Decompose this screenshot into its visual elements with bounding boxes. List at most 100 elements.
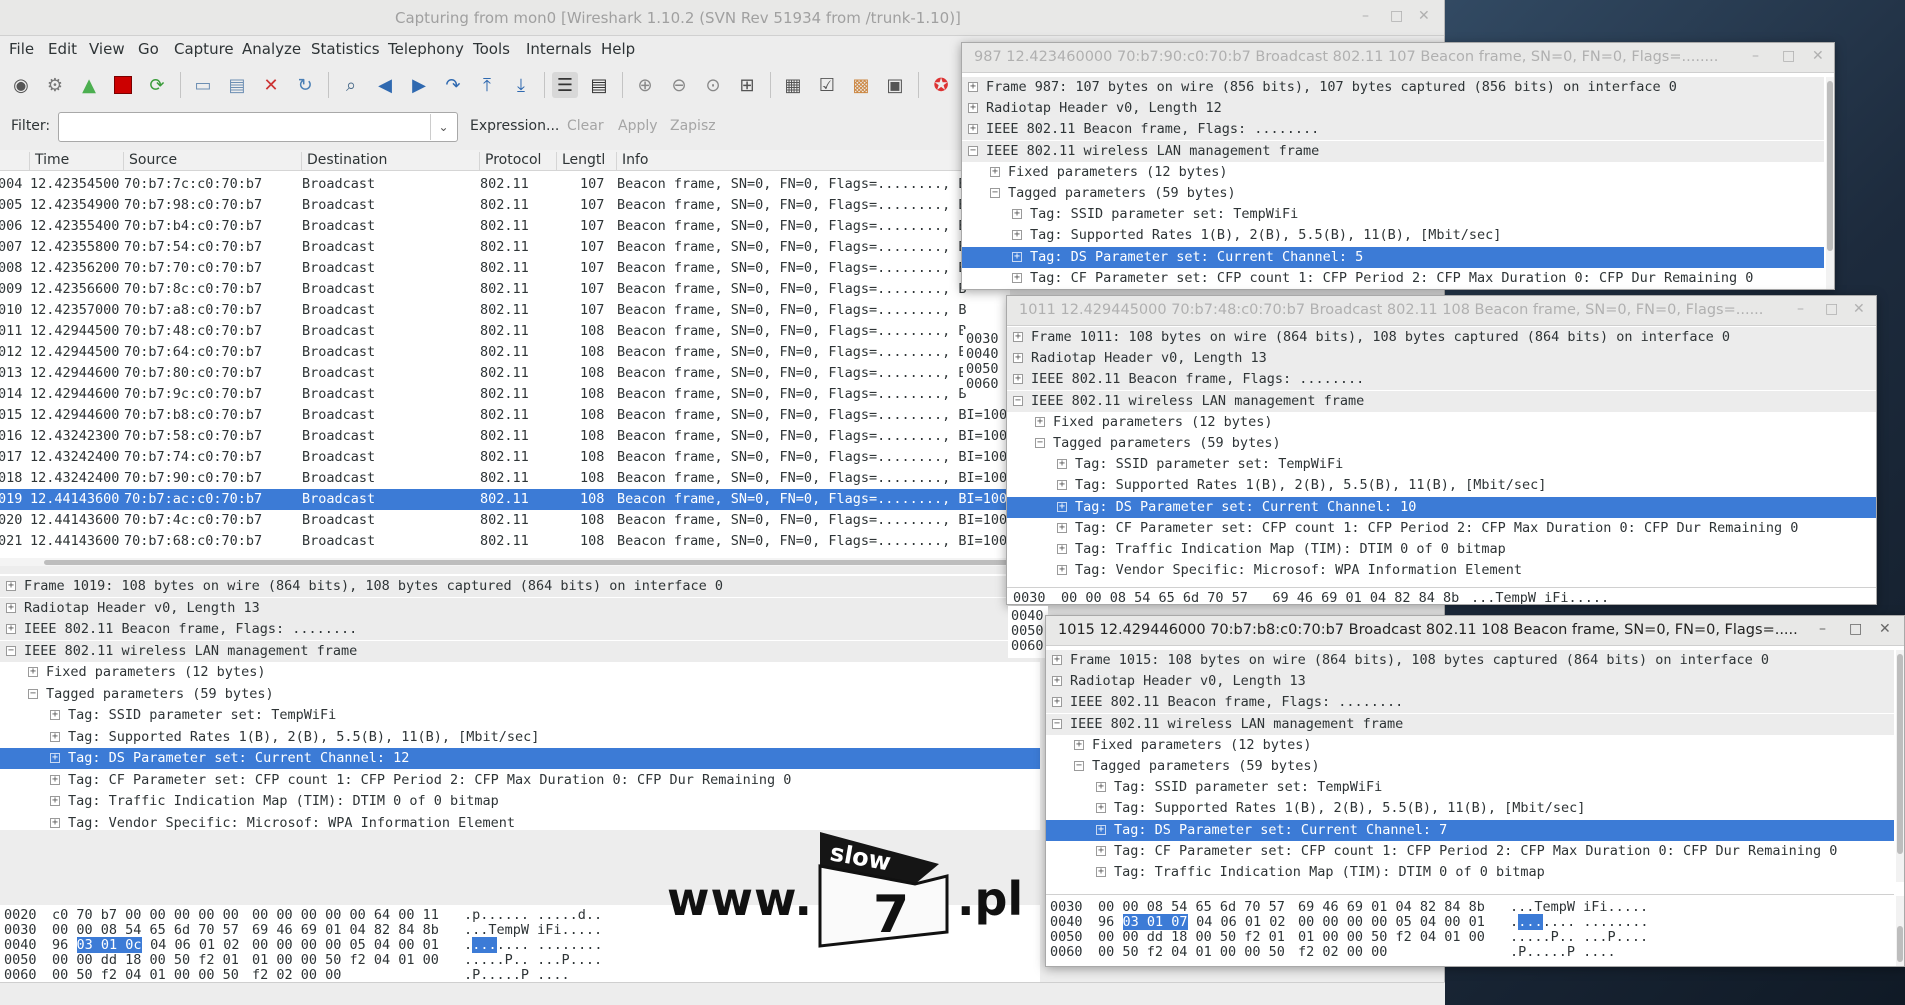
packet-row[interactable]: 004 12.42354500 70:b7:7c:c0:70:b7 Broadcast… <box>0 174 1010 195</box>
column-length[interactable]: Lengtl <box>557 152 617 171</box>
menu-help[interactable]: Help <box>601 40 635 58</box>
expand-icon[interactable]: + <box>1012 209 1022 220</box>
tree-row[interactable]: + Tag: SSID parameter set: TempWiFi <box>1046 777 1894 798</box>
tree-row[interactable]: + Tag: SSID parameter set: TempWiFi <box>962 204 1824 225</box>
go-to-packet-icon[interactable]: ↷ <box>440 72 466 98</box>
tree-row[interactable]: + Tag: Supported Rates 1(B), 2(B), 5.5(B)… <box>962 225 1824 246</box>
packet-row[interactable]: 021 12.44143600 70:b7:68:c0:70:b7 Broadcast… <box>0 531 1010 552</box>
packet-row[interactable]: 010 12.42357000 70:b7:a8:c0:70:b7 Broadcast… <box>0 300 1010 321</box>
tree-row[interactable]: + Radiotap Header v0, Length 13 <box>1007 348 1876 370</box>
capture-options-icon[interactable]: ⚙ <box>42 72 68 98</box>
minimize-icon[interactable]: – <box>1797 301 1804 317</box>
tree-row[interactable]: + Tag: DS Parameter set: Current Channel:… <box>1007 496 1876 518</box>
save-file-icon[interactable]: ▤ <box>224 72 250 98</box>
display-filters-icon[interactable]: ☑ <box>814 72 840 98</box>
shark-fin-start-icon[interactable]: ▲ <box>76 72 102 98</box>
tree-row[interactable]: − IEEE 802.11 wireless LAN management fra… <box>0 640 1040 662</box>
tree-row[interactable]: − Tagged parameters (59 bytes) <box>1007 433 1876 454</box>
tree-row[interactable]: + Fixed parameters (12 bytes) <box>0 662 1040 683</box>
menu-edit[interactable]: Edit <box>48 40 77 58</box>
packet-list-hscrollbar[interactable] <box>0 558 1010 566</box>
tree-row[interactable]: + Tag: SSID parameter set: TempWiFi <box>0 705 1040 726</box>
expand-icon[interactable]: + <box>1052 676 1062 687</box>
tree-row[interactable]: + Tag: Supported Rates 1(B), 2(B), 5.5(B)… <box>1046 798 1894 819</box>
tree-row[interactable]: + IEEE 802.11 Beacon frame, Flags: ......… <box>1007 369 1876 391</box>
tree-row[interactable]: + Fixed parameters (12 bytes) <box>1007 412 1876 433</box>
expand-icon[interactable]: + <box>1012 251 1022 262</box>
maximize-icon[interactable]: □ <box>1849 621 1862 637</box>
tree-row[interactable]: + Tag: Vendor Specific: Microsof: WPA Inf… <box>1007 560 1876 581</box>
auto-scroll-icon[interactable]: ▤ <box>586 72 612 98</box>
expand-icon[interactable]: + <box>6 581 16 591</box>
packet-row[interactable]: 017 12.43242400 70:b7:74:c0:70:b7 Broadcast… <box>0 447 1010 468</box>
tree-row[interactable]: − Tagged parameters (59 bytes) <box>0 684 1040 705</box>
tree-row[interactable]: − Tagged parameters (59 bytes) <box>1046 756 1894 777</box>
expand-icon[interactable]: + <box>990 166 1000 177</box>
maximize-icon[interactable]: □ <box>1825 301 1838 317</box>
clear-button[interactable]: Clear <box>567 118 604 134</box>
packet-row[interactable]: 016 12.43242300 70:b7:58:c0:70:b7 Broadcast… <box>0 426 1010 447</box>
expand-icon[interactable]: + <box>968 82 978 92</box>
tree-row[interactable]: + Tag: Traffic Indication Map (TIM): DTIM… <box>1007 539 1876 560</box>
expand-icon[interactable]: + <box>50 731 60 742</box>
capture-filters-icon[interactable]: ▦ <box>780 72 806 98</box>
close-icon[interactable]: ✕ <box>1812 48 1824 64</box>
packet-row[interactable]: 015 12.42944600 70:b7:b8:c0:70:b7 Broadcast… <box>0 405 1010 426</box>
restart-capture-icon[interactable]: ⟳ <box>144 72 170 98</box>
close-icon[interactable]: ✕ <box>1853 301 1865 317</box>
expand-icon[interactable]: + <box>50 753 60 763</box>
tree-row[interactable]: + Radiotap Header v0, Length 13 <box>1046 671 1894 693</box>
expand-icon[interactable]: + <box>1074 739 1084 750</box>
filter-input[interactable] <box>58 112 458 142</box>
scrollbar-thumb[interactable] <box>44 560 1009 565</box>
tree-row[interactable]: − IEEE 802.11 wireless LAN management fra… <box>1046 713 1894 735</box>
save-filter-button[interactable]: Zapisz <box>670 118 716 134</box>
tree-row[interactable]: − IEEE 802.11 wireless LAN management fra… <box>1007 390 1876 412</box>
packet-row[interactable]: 008 12.42356200 70:b7:70:c0:70:b7 Broadcast… <box>0 258 1010 279</box>
expand-icon[interactable]: + <box>1096 824 1106 835</box>
tree-row[interactable]: + Tag: Supported Rates 1(B), 2(B), 5.5(B)… <box>0 727 1040 748</box>
expand-icon[interactable]: + <box>6 624 16 634</box>
scrollbar[interactable] <box>1826 77 1834 289</box>
zoom-out-icon[interactable]: ⊖ <box>666 72 692 98</box>
menu-statistics[interactable]: Statistics <box>311 40 380 58</box>
packet-row[interactable]: 012 12.42944500 70:b7:64:c0:70:b7 Broadcast… <box>0 342 1010 363</box>
zoom-in-icon[interactable]: ⊕ <box>632 72 658 98</box>
expression-button[interactable]: Expression... <box>470 118 559 134</box>
expand-icon[interactable]: + <box>1013 353 1023 364</box>
collapse-icon[interactable]: − <box>968 145 978 156</box>
expand-icon[interactable]: + <box>50 710 60 720</box>
go-back-icon[interactable]: ◀ <box>372 72 398 98</box>
collapse-icon[interactable]: − <box>1074 761 1084 771</box>
tree-row[interactable]: + Frame 1019: 108 bytes on wire (864 bits… <box>0 576 1040 597</box>
tree-row[interactable]: + IEEE 802.11 Beacon frame, Flags: ......… <box>0 619 1040 640</box>
expand-icon[interactable]: + <box>1057 480 1067 491</box>
menu-tools[interactable]: Tools <box>473 40 510 58</box>
resize-columns-icon[interactable]: ⊞ <box>734 72 760 98</box>
packet-row[interactable]: 005 12.42354900 70:b7:98:c0:70:b7 Broadcast… <box>0 195 1010 216</box>
scrollbar-thumb[interactable] <box>1827 81 1833 251</box>
menu-view[interactable]: View <box>89 40 125 58</box>
find-packet-icon[interactable]: ⌕ <box>338 72 364 98</box>
tree-row[interactable]: + Tag: Traffic Indication Map (TIM): DTIM… <box>1046 862 1894 882</box>
packet-row[interactable]: 014 12.42944600 70:b7:9c:c0:70:b7 Broadcast… <box>0 384 1010 405</box>
column-time[interactable]: Time <box>30 152 124 171</box>
minimize-icon[interactable]: – <box>1752 48 1759 64</box>
menu-go[interactable]: Go <box>138 40 159 58</box>
collapse-icon[interactable]: − <box>28 688 38 699</box>
tree-row[interactable]: + Fixed parameters (12 bytes) <box>1046 735 1894 756</box>
column-destination[interactable]: Destination <box>302 152 480 171</box>
packet-row[interactable]: 019 12.44143600 70:b7:ac:c0:70:b7 Broadcast… <box>0 489 1010 510</box>
help-icon[interactable]: ✪ <box>928 72 954 98</box>
tree-row[interactable]: + Radiotap Header v0, Length 13 <box>0 597 1040 619</box>
go-forward-icon[interactable]: ▶ <box>406 72 432 98</box>
menu-file[interactable]: File <box>9 40 34 58</box>
minimize-icon[interactable]: – <box>1819 621 1826 637</box>
tree-row[interactable]: + Frame 987: 107 bytes on wire (856 bits)… <box>962 77 1824 98</box>
tree-row[interactable]: + Tag: SSID parameter set: TempWiFi <box>1007 454 1876 475</box>
expand-icon[interactable]: + <box>50 796 60 806</box>
tree-row[interactable]: + Fixed parameters (12 bytes) <box>962 162 1824 183</box>
packet-row[interactable]: 011 12.42944500 70:b7:48:c0:70:b7 Broadcast… <box>0 321 1010 342</box>
expand-icon[interactable]: + <box>1013 332 1023 342</box>
tree-row[interactable]: + Frame 1015: 108 bytes on wire (864 bits… <box>1046 650 1894 671</box>
